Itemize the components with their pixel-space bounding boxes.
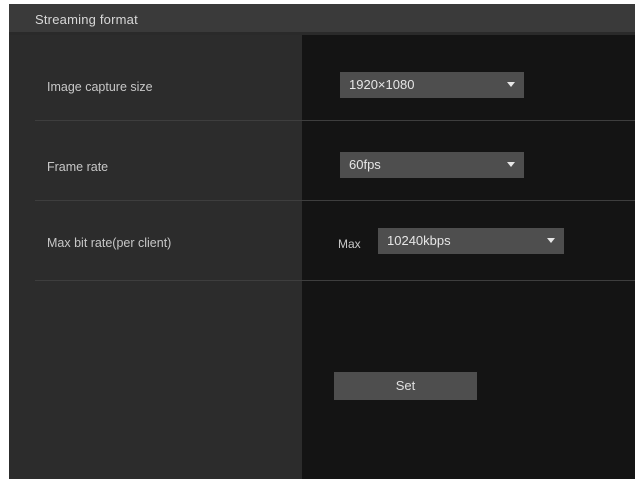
max-bit-rate-label: Max bit rate(per client) (47, 236, 172, 250)
chevron-down-icon (547, 238, 555, 243)
image-capture-size-select[interactable]: 1920×1080 (340, 72, 524, 98)
image-capture-size-label: Image capture size (47, 80, 153, 94)
row-divider (35, 120, 635, 121)
set-button[interactable]: Set (334, 372, 477, 400)
max-bit-rate-select[interactable]: 10240kbps (378, 228, 564, 254)
section-title: Streaming format (35, 12, 138, 27)
frame-rate-select[interactable]: 60fps (340, 152, 524, 178)
label-column (9, 35, 302, 479)
chevron-down-icon (507, 82, 515, 87)
max-bit-rate-value: 10240kbps (387, 233, 451, 248)
max-prefix-label: Max (338, 237, 361, 251)
image-capture-size-value: 1920×1080 (349, 77, 415, 92)
frame-rate-value: 60fps (349, 157, 381, 172)
value-column (302, 35, 635, 479)
settings-panel: Streaming format Image capture size 1920… (9, 4, 635, 479)
frame-rate-label: Frame rate (47, 160, 109, 174)
chevron-down-icon (507, 162, 515, 167)
section-header: Streaming format (9, 4, 635, 32)
row-divider (35, 200, 635, 201)
row-divider (35, 280, 635, 281)
